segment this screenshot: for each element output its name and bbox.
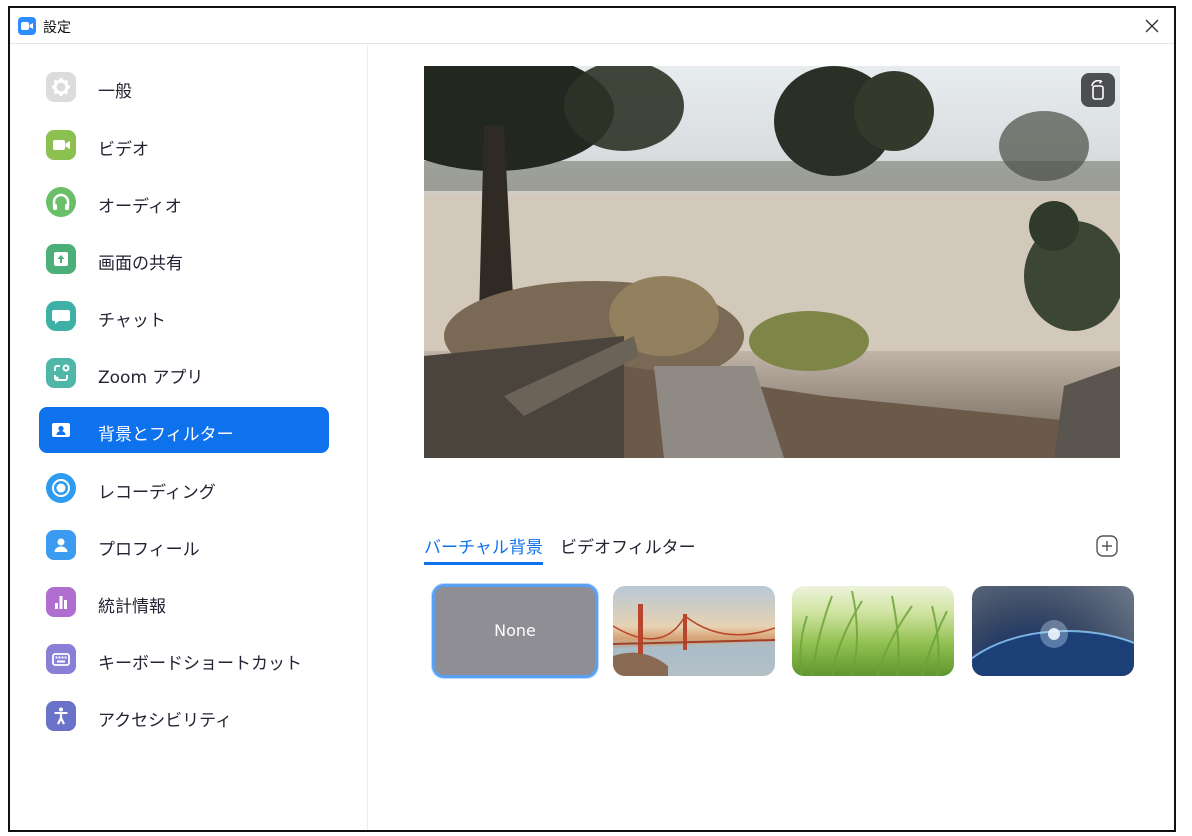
record-icon — [46, 473, 76, 503]
active-tab-indicator — [424, 562, 543, 565]
gear-icon — [46, 72, 76, 102]
sidebar-item-label: レコーディング — [98, 483, 216, 503]
sidebar-item-label: Zoom アプリ — [98, 368, 204, 388]
profile-icon — [46, 530, 76, 560]
sidebar-item-keyboard-shortcuts[interactable]: キーボードショートカット — [39, 636, 329, 682]
none-label: None — [494, 621, 536, 640]
sidebar-item-label: チャット — [98, 311, 166, 331]
video-camera-icon — [46, 130, 76, 160]
zoom-app-icon — [18, 17, 36, 35]
sidebar-item-background-filters[interactable]: 背景とフィルター — [39, 407, 329, 453]
background-none-thumbnail[interactable]: None — [432, 584, 598, 678]
settings-window: 設定 一般 ビデオ オーディオ 画面の共有 チャット Zoom アプリ 背景とフ… — [8, 6, 1176, 832]
sidebar-item-label: 一般 — [98, 82, 132, 102]
grass-image — [799, 590, 948, 676]
settings-sidebar: 一般 ビデオ オーディオ 画面の共有 チャット Zoom アプリ 背景とフィルタ… — [10, 45, 368, 830]
sidebar-item-label: アクセシビリティ — [98, 711, 233, 731]
keyboard-icon — [46, 644, 76, 674]
background-grass-thumbnail[interactable] — [792, 586, 954, 676]
background-golden-gate-thumbnail[interactable] — [613, 586, 775, 676]
camera-preview — [424, 66, 1120, 458]
sidebar-item-profile[interactable]: プロフィール — [39, 522, 329, 568]
sidebar-item-label: 画面の共有 — [98, 254, 183, 274]
sidebar-item-statistics[interactable]: 統計情報 — [39, 579, 329, 625]
sidebar-item-general[interactable]: 一般 — [39, 64, 329, 110]
sidebar-item-share-screen[interactable]: 画面の共有 — [39, 236, 329, 282]
bar-chart-icon — [46, 587, 76, 617]
sidebar-item-audio[interactable]: オーディオ — [39, 179, 329, 225]
sidebar-item-zoom-apps[interactable]: Zoom アプリ — [39, 350, 329, 396]
sidebar-item-label: ビデオ — [98, 140, 149, 160]
sidebar-item-video[interactable]: ビデオ — [39, 122, 329, 168]
camera-preview-image — [424, 66, 1120, 458]
sidebar-item-label: 背景とフィルター — [98, 425, 234, 445]
accessibility-icon — [46, 701, 76, 731]
headphones-icon — [46, 187, 76, 217]
window-title: 設定 — [43, 20, 71, 36]
sidebar-item-accessibility[interactable]: アクセシビリティ — [39, 693, 329, 739]
apps-icon — [46, 358, 76, 388]
rotate-camera-button[interactable] — [1081, 73, 1115, 107]
tab-virtual-background[interactable]: バーチャル背景 — [424, 533, 543, 558]
background-earth-thumbnail[interactable] — [972, 586, 1134, 676]
close-button[interactable] — [1140, 14, 1164, 38]
golden-gate-image — [613, 604, 775, 676]
plus-box-icon — [1096, 535, 1118, 557]
tab-video-filter[interactable]: ビデオフィルター — [560, 533, 696, 558]
title-bar: 設定 — [10, 8, 1174, 44]
person-card-icon — [46, 415, 76, 445]
chat-bubble-icon — [46, 301, 76, 331]
sidebar-item-label: 統計情報 — [98, 597, 166, 617]
sidebar-item-recording[interactable]: レコーディング — [39, 465, 329, 511]
add-background-button[interactable] — [1095, 534, 1119, 558]
earth-image — [972, 620, 1134, 676]
share-screen-icon — [46, 244, 76, 274]
sidebar-item-chat[interactable]: チャット — [39, 293, 329, 339]
rotate-icon — [1091, 80, 1104, 100]
sidebar-item-label: キーボードショートカット — [98, 654, 302, 674]
close-icon — [1145, 19, 1159, 33]
sidebar-item-label: プロフィール — [98, 540, 200, 560]
sidebar-item-label: オーディオ — [98, 197, 182, 217]
